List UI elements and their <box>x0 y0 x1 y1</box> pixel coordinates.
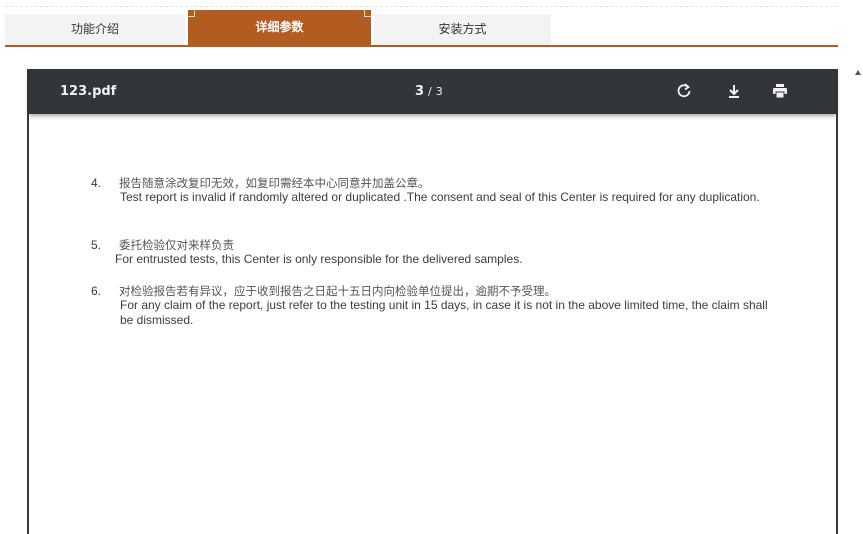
tab-specifications-label: 详细参数 <box>255 20 304 34</box>
page-separator: / <box>428 85 432 98</box>
total-pages: 3 <box>435 85 443 98</box>
tab-underline <box>5 45 838 47</box>
tab-specifications[interactable]: 详细参数 <box>188 10 371 45</box>
clause-text-chinese: 委托检验仅对来样负责 <box>119 238 234 252</box>
clause-text-english: For entrusted tests, this Center is only… <box>115 252 523 266</box>
tab-corner-right <box>364 10 371 17</box>
tab-features[interactable]: 功能介绍 <box>5 14 185 45</box>
current-page[interactable]: 3 <box>415 84 424 99</box>
tab-bar-border <box>5 6 838 7</box>
clause-text-chinese: 对检验报告若有异议，应于收到报告之日起十五日内向检验单位提出，逾期不予受理。 <box>119 284 556 298</box>
pdf-page: 4. 报告随意涂改复印无效，如复印需经本中心同意并加盖公章。 Test repo… <box>29 114 836 534</box>
scroll-up-arrow-icon[interactable] <box>855 70 861 75</box>
file-name: 123.pdf <box>60 84 117 99</box>
pdf-toolbar: 123.pdf 3/3 <box>29 69 836 114</box>
print-icon[interactable] <box>770 81 790 101</box>
clause-number: 5. <box>91 238 102 252</box>
rotate-icon[interactable] <box>674 81 694 101</box>
clause-number: 6. <box>91 284 102 298</box>
download-icon[interactable] <box>724 81 744 101</box>
tab-bar: 功能介绍 详细参数 安装方式 <box>5 6 838 47</box>
clause-text-chinese: 报告随意涂改复印无效，如复印需经本中心同意并加盖公章。 <box>119 176 430 190</box>
tab-installation[interactable]: 安装方式 <box>374 14 551 45</box>
clause-text-english: For any claim of the report, just refer … <box>120 298 768 327</box>
pdf-viewer: 123.pdf 3/3 4. 报告随意涂改复印无效，如复印需经本中心同意并加盖公… <box>27 69 838 534</box>
page-indicator: 3/3 <box>415 69 443 114</box>
clause-text-english: Test report is invalid if randomly alter… <box>120 190 760 204</box>
clause-number: 4. <box>91 176 102 190</box>
tab-corner-left <box>188 10 195 17</box>
